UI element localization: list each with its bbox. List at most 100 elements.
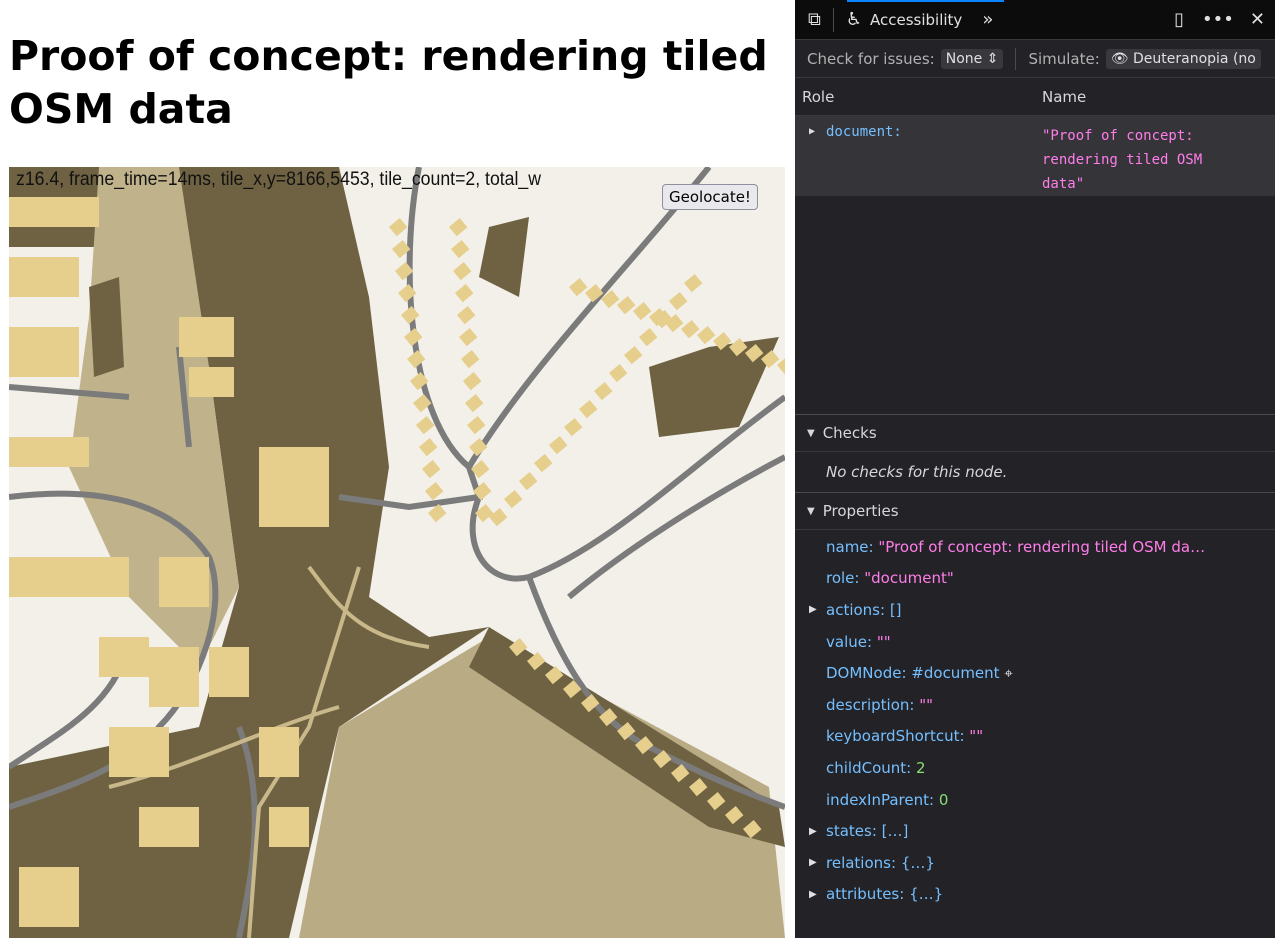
properties-section-header[interactable]: ▼ Properties [795, 492, 1275, 530]
building [594, 382, 613, 401]
building [466, 416, 486, 435]
building [418, 438, 438, 457]
property-key: role: [826, 569, 860, 588]
property-row[interactable]: ▶ relations: {…} [795, 847, 1275, 879]
check-issues-label: Check for issues: [807, 49, 935, 68]
building [549, 436, 568, 455]
building [638, 328, 658, 347]
properties-title: Properties [822, 502, 899, 520]
property-key: states: [826, 822, 877, 841]
building [425, 482, 444, 501]
property-key: DOMNode: [826, 664, 907, 683]
simulate-value: Deuteranopia (no [1133, 50, 1256, 67]
tree-row-document[interactable]: ▶ document: "Proof of concept: rendering… [795, 116, 1275, 196]
divider [832, 7, 834, 32]
property-row: DOMNode: #document ⌖ [795, 657, 1275, 689]
building [461, 350, 480, 369]
map-rendering [9, 167, 785, 938]
property-row[interactable]: ▶ states: […] [795, 815, 1275, 847]
property-row: indexInParent: 0 [795, 784, 1275, 816]
expand-triangle-icon[interactable]: ▶ [809, 604, 817, 615]
collapse-triangle-icon: ▼ [807, 427, 815, 439]
building [9, 437, 89, 467]
page: Proof of concept: rendering tiled OSM da… [0, 0, 795, 938]
property-key: description: [826, 695, 915, 714]
property-row: description: "" [795, 689, 1275, 721]
properties-list: name: "Proof of concept: rendering tiled… [795, 530, 1275, 910]
building [669, 292, 688, 311]
building [389, 218, 408, 237]
building [149, 647, 199, 707]
property-key: relations: [826, 853, 897, 872]
check-issues-select[interactable]: None ⇕ [940, 48, 1004, 69]
property-key: keyboardShortcut: [826, 727, 965, 746]
building [400, 306, 420, 325]
expand-triangle-icon[interactable]: ▶ [809, 857, 817, 868]
more-options-icon[interactable]: ••• [1202, 9, 1234, 30]
expand-triangle-icon[interactable]: ▶ [809, 826, 817, 837]
expand-triangle-icon[interactable]: ▶ [809, 889, 817, 900]
building [453, 262, 472, 281]
building [624, 346, 643, 365]
building [139, 807, 199, 847]
building [616, 296, 636, 315]
simulate-select[interactable]: 👁 Deuteranopia (no [1105, 48, 1261, 69]
property-key: childCount: [826, 758, 912, 777]
building [9, 197, 99, 227]
property-row[interactable]: ▶ attributes: {…} [795, 879, 1275, 911]
property-value: "" [969, 727, 984, 746]
close-icon[interactable]: ✕ [1250, 9, 1265, 30]
column-name: Name [1042, 87, 1087, 106]
building [534, 454, 553, 473]
tab-accessibility[interactable]: ♿ Accessibility [846, 9, 962, 30]
building [451, 240, 470, 259]
property-key: attributes: [826, 885, 905, 904]
building [259, 447, 329, 527]
property-value: {…} [909, 885, 944, 904]
check-issues-value: None [945, 50, 983, 67]
property-row: keyboardShortcut: "" [795, 721, 1275, 753]
building [109, 727, 169, 777]
building [463, 372, 482, 391]
property-row: value: "" [795, 626, 1275, 658]
building [489, 508, 508, 527]
page-title: Proof of concept: rendering tiled OSM da… [9, 32, 768, 133]
property-value: 2 [916, 758, 926, 777]
building [569, 278, 588, 297]
expand-triangle-icon[interactable]: ▶ [809, 126, 815, 137]
building [179, 317, 234, 357]
accessibility-icon: ♿ [845, 9, 862, 30]
responsive-design-icon[interactable]: ▯ [1174, 9, 1184, 30]
a11y-toolbar: Check for issues: None ⇕ Simulate: 👁 Deu… [795, 40, 1275, 78]
building [457, 306, 476, 325]
building [422, 460, 441, 479]
checks-title: Checks [822, 424, 877, 442]
map-canvas[interactable]: z16.4, frame_time=14ms, tile_x,y=8166,54… [9, 167, 785, 938]
divider [1015, 47, 1017, 70]
checks-empty-message: No checks for this node. [826, 463, 1008, 481]
property-value: #document [911, 664, 1000, 683]
building [681, 320, 700, 339]
building [259, 727, 299, 777]
checks-section-header[interactable]: ▼ Checks [795, 414, 1275, 452]
property-row[interactable]: ▶ actions: [] [795, 594, 1275, 626]
building [697, 326, 716, 345]
devtools-panel: ⧉ ♿ Accessibility » ▯ ••• ✕ Check for is… [795, 0, 1275, 938]
geolocate-button[interactable]: Geolocate! [662, 184, 758, 210]
building [633, 302, 652, 321]
property-value: [] [889, 600, 902, 619]
property-value: "Proof of concept: rendering tiled OSM d… [878, 537, 1206, 556]
forest-patch [479, 217, 529, 297]
building [404, 328, 423, 347]
property-key: name: [826, 537, 874, 556]
property-value: "" [919, 695, 934, 714]
building [407, 350, 426, 369]
pick-element-icon[interactable]: ⧉ [808, 9, 821, 30]
forest-patch [89, 277, 124, 377]
building [209, 647, 249, 697]
more-tabs-chevron-icon[interactable]: » [982, 9, 993, 30]
building [504, 490, 523, 509]
collapse-triangle-icon: ▼ [807, 505, 815, 517]
property-value: […] [881, 822, 909, 841]
crosshair-icon[interactable]: ⌖ [1004, 664, 1012, 682]
